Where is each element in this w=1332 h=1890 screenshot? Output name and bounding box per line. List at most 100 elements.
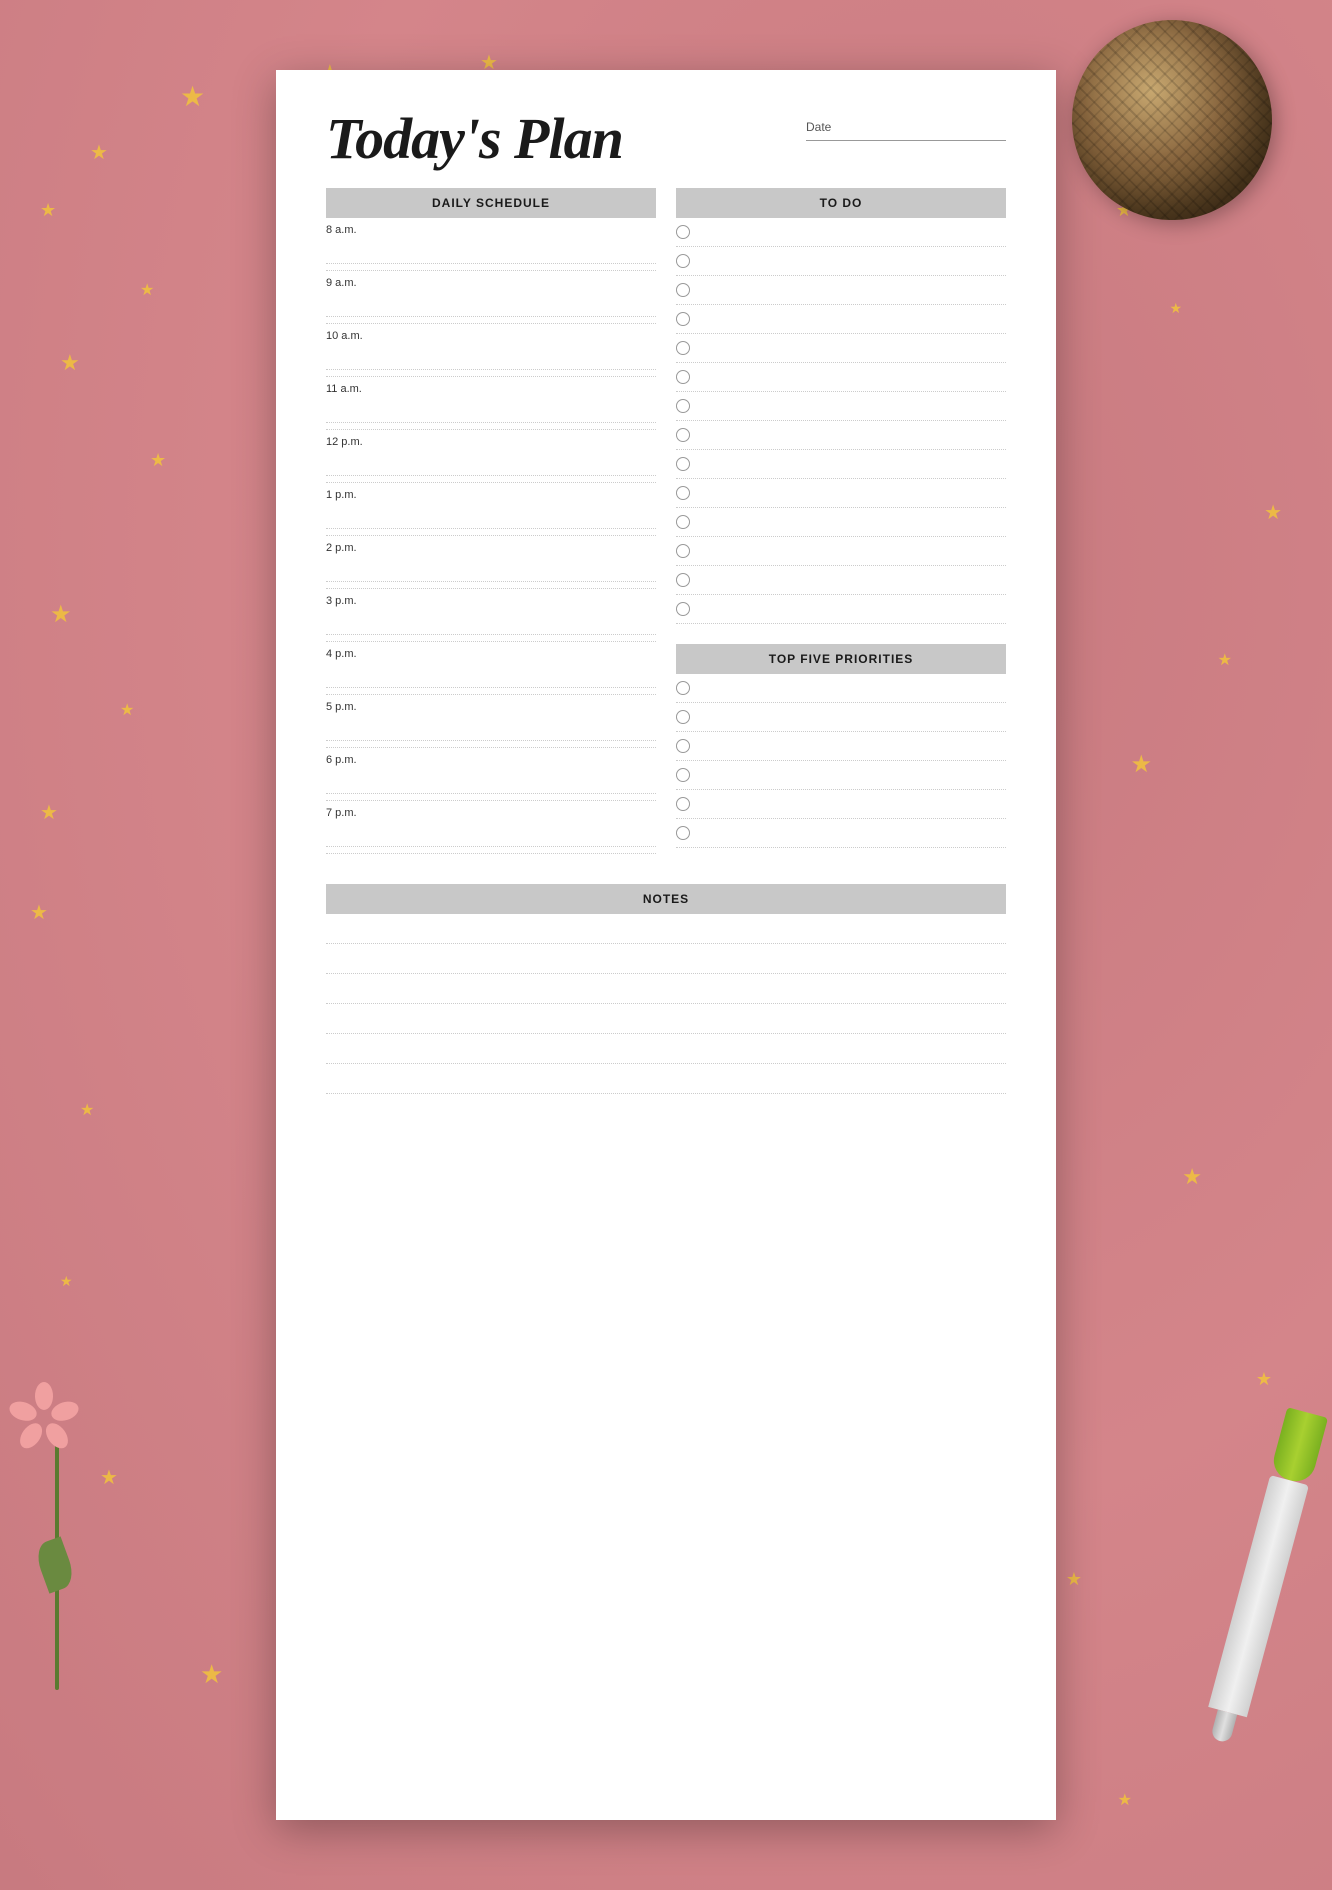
todo-checkbox-3[interactable]	[676, 283, 690, 297]
schedule-line[interactable]	[326, 829, 656, 847]
todo-checkbox-14[interactable]	[676, 602, 690, 616]
notes-header: NOTES	[326, 884, 1006, 914]
time-label-5pm: 5 p.m.	[326, 701, 656, 713]
todo-item-12[interactable]	[676, 537, 1006, 566]
schedule-row-7pm: 7 p.m.	[326, 801, 656, 854]
todo-checkbox-9[interactable]	[676, 457, 690, 471]
star-decoration: ★	[200, 1659, 223, 1690]
schedule-line[interactable]	[326, 299, 656, 317]
priority-checkbox-3[interactable]	[676, 739, 690, 753]
todo-item-2[interactable]	[676, 247, 1006, 276]
priorities-header: TOP FIVE PRIORITIES	[676, 644, 1006, 674]
schedule-line[interactable]	[326, 776, 656, 794]
todo-item-4[interactable]	[676, 305, 1006, 334]
schedule-row-11am: 11 a.m.	[326, 377, 656, 430]
star-decoration: ★	[100, 1465, 118, 1490]
notes-line-2[interactable]	[326, 944, 1006, 974]
time-label-7pm: 7 p.m.	[326, 807, 656, 819]
todo-item-13[interactable]	[676, 566, 1006, 595]
star-decoration: ★	[60, 1273, 73, 1290]
notes-line-5[interactable]	[326, 1034, 1006, 1064]
right-column: TO DO	[676, 188, 1006, 854]
time-label-4pm: 4 p.m.	[326, 648, 656, 660]
schedule-line[interactable]	[326, 246, 656, 264]
wicker-ball-decoration	[1072, 20, 1272, 220]
todo-header: TO DO	[676, 188, 1006, 218]
star-decoration: ★	[1169, 300, 1182, 317]
star-decoration: ★	[180, 80, 205, 113]
todo-checkbox-10[interactable]	[676, 486, 690, 500]
header: Today's Plan Date	[326, 110, 1006, 168]
todo-item-9[interactable]	[676, 450, 1006, 479]
time-label-12pm: 12 p.m.	[326, 436, 656, 448]
star-decoration: ★	[1182, 1164, 1202, 1190]
todo-checkbox-13[interactable]	[676, 573, 690, 587]
priority-checkbox-1[interactable]	[676, 681, 690, 695]
star-decoration: ★	[1118, 1790, 1132, 1810]
todo-checkbox-2[interactable]	[676, 254, 690, 268]
schedule-line[interactable]	[326, 352, 656, 370]
todo-checkbox-11[interactable]	[676, 515, 690, 529]
star-decoration: ★	[30, 900, 48, 925]
todo-checkbox-12[interactable]	[676, 544, 690, 558]
schedule-row-1pm: 1 p.m.	[326, 483, 656, 536]
schedule-line[interactable]	[326, 617, 656, 635]
time-label-11am: 11 a.m.	[326, 383, 656, 395]
todo-item-8[interactable]	[676, 421, 1006, 450]
star-decoration: ★	[60, 350, 80, 376]
page-title: Today's Plan	[326, 110, 623, 168]
time-label-6pm: 6 p.m.	[326, 754, 656, 766]
todo-item-14[interactable]	[676, 595, 1006, 624]
priority-item-4[interactable]	[676, 761, 1006, 790]
priority-checkbox-5[interactable]	[676, 797, 690, 811]
notes-line-1[interactable]	[326, 914, 1006, 944]
priority-checkbox-4[interactable]	[676, 768, 690, 782]
schedule-line[interactable]	[326, 511, 656, 529]
notes-line-4[interactable]	[326, 1004, 1006, 1034]
todo-item-11[interactable]	[676, 508, 1006, 537]
todo-item-10[interactable]	[676, 479, 1006, 508]
star-decoration: ★	[40, 800, 58, 825]
priority-checkbox-6[interactable]	[676, 826, 690, 840]
time-label-3pm: 3 p.m.	[326, 595, 656, 607]
star-decoration: ★	[90, 140, 108, 165]
star-decoration: ★	[40, 200, 56, 221]
schedule-line[interactable]	[326, 670, 656, 688]
priority-item-6[interactable]	[676, 819, 1006, 848]
star-decoration: ★	[50, 600, 72, 629]
priority-item-3[interactable]	[676, 732, 1006, 761]
schedule-line[interactable]	[326, 723, 656, 741]
todo-item-7[interactable]	[676, 392, 1006, 421]
star-decoration: ★	[150, 450, 166, 471]
todo-checkbox-5[interactable]	[676, 341, 690, 355]
schedule-row-10am: 10 a.m.	[326, 324, 656, 377]
todo-item-3[interactable]	[676, 276, 1006, 305]
main-columns: DAILY SCHEDULE 8 a.m. 9 a.m. 10 a.m. 11 …	[326, 188, 1006, 854]
todo-checkbox-7[interactable]	[676, 399, 690, 413]
schedule-row-8am: 8 a.m.	[326, 218, 656, 271]
priority-item-1[interactable]	[676, 674, 1006, 703]
star-decoration: ★	[1130, 750, 1152, 779]
todo-checkbox-4[interactable]	[676, 312, 690, 326]
todo-checkbox-8[interactable]	[676, 428, 690, 442]
notes-line-6[interactable]	[326, 1064, 1006, 1094]
schedule-row-4pm: 4 p.m.	[326, 642, 656, 695]
schedule-line[interactable]	[326, 564, 656, 582]
priority-item-2[interactable]	[676, 703, 1006, 732]
todo-item-6[interactable]	[676, 363, 1006, 392]
notes-line-3[interactable]	[326, 974, 1006, 1004]
pen-decoration	[1193, 1475, 1309, 1775]
schedule-line[interactable]	[326, 405, 656, 423]
todo-item-1[interactable]	[676, 218, 1006, 247]
todo-checkbox-6[interactable]	[676, 370, 690, 384]
date-line[interactable]	[806, 140, 1006, 141]
time-label-1pm: 1 p.m.	[326, 489, 656, 501]
planner-page: Today's Plan Date DAILY SCHEDULE 8 a.m. …	[276, 70, 1056, 1820]
todo-checkbox-1[interactable]	[676, 225, 690, 239]
todo-item-5[interactable]	[676, 334, 1006, 363]
priority-checkbox-2[interactable]	[676, 710, 690, 724]
star-decoration: ★	[1218, 650, 1232, 670]
schedule-line[interactable]	[326, 458, 656, 476]
priority-item-5[interactable]	[676, 790, 1006, 819]
date-label: Date	[806, 120, 831, 134]
